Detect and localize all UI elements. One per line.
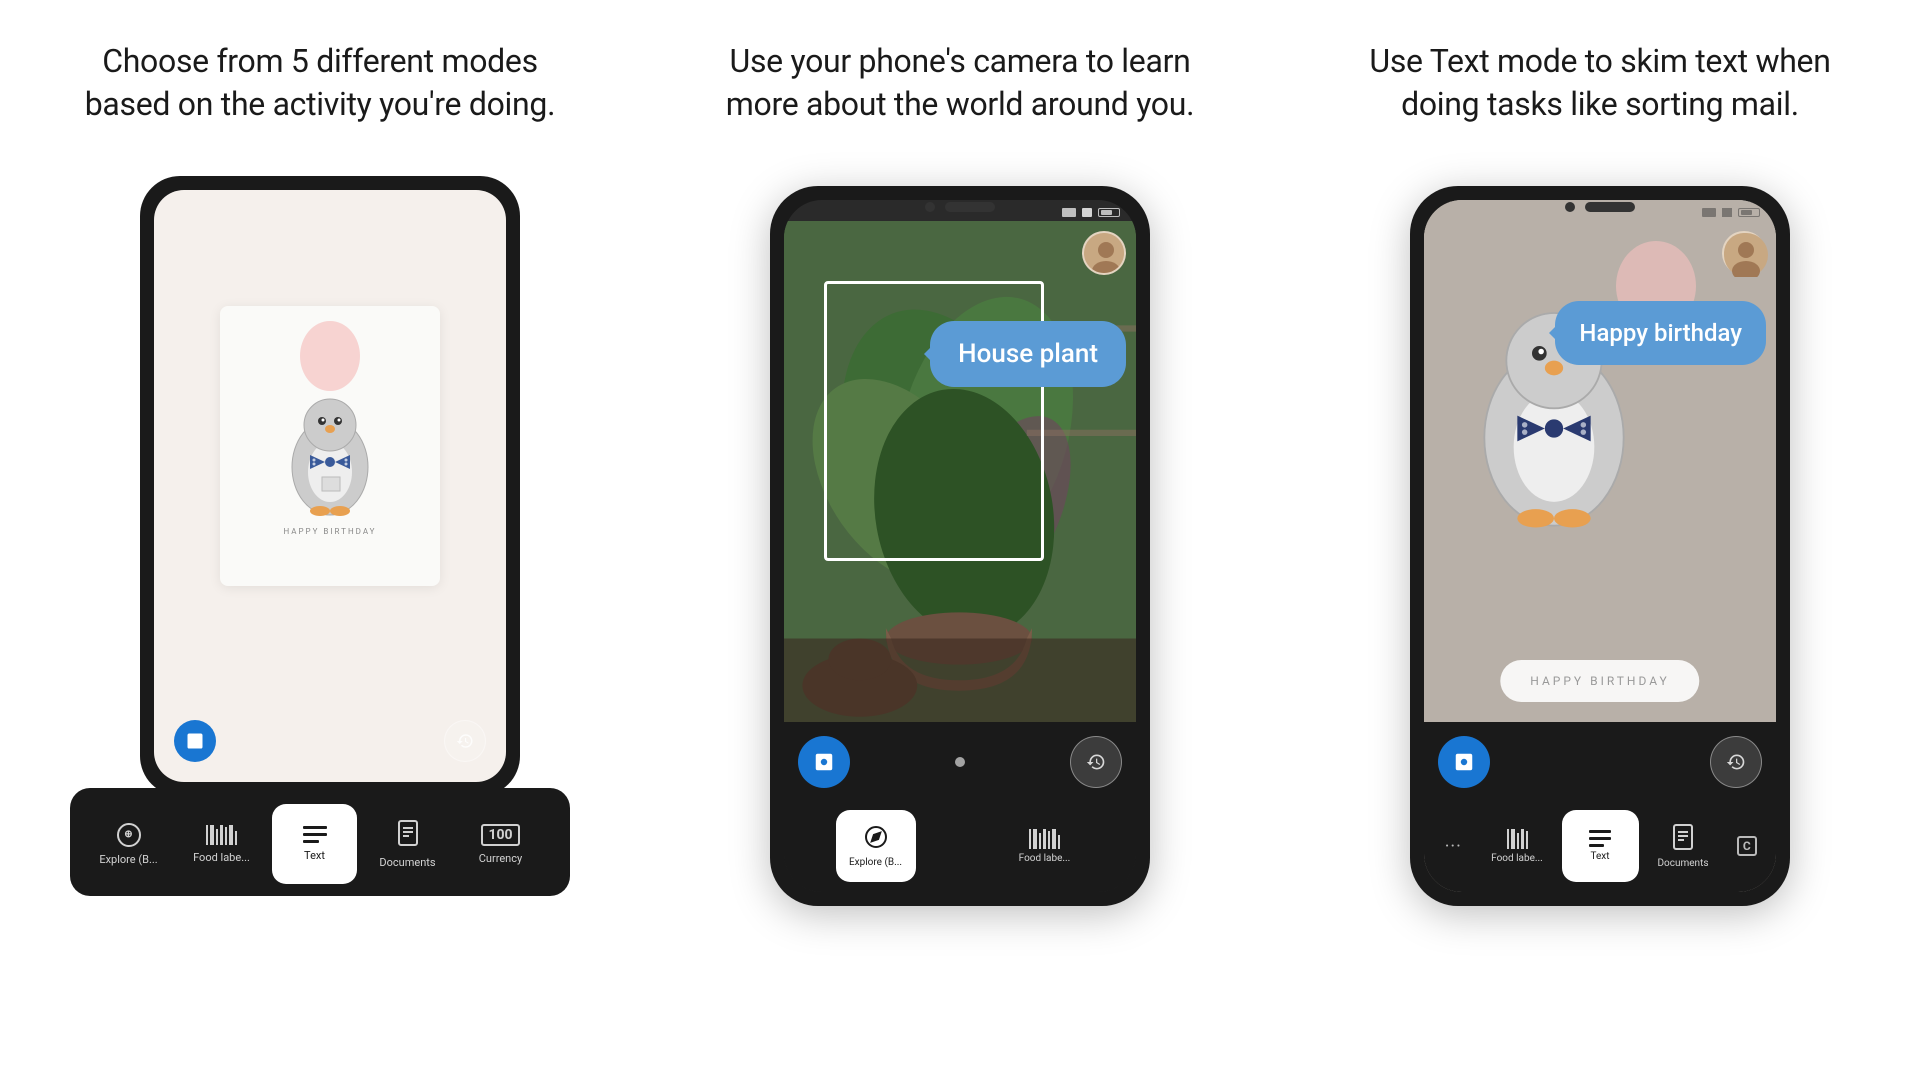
currency-icon-3: C [1737, 836, 1757, 856]
pink-balloon [300, 321, 360, 391]
phone-3-screen: Happy birthday HAPPY BIRTHDAY [1424, 200, 1776, 892]
camera-icon-3 [1453, 751, 1475, 773]
penguin-card: HAPPY BIRTHDAY [220, 306, 440, 586]
phone-2-notch [925, 202, 995, 212]
history-button-1[interactable] [444, 720, 486, 762]
battery-icon-2 [1098, 208, 1120, 217]
happy-birthday-button[interactable]: HAPPY BIRTHDAY [1500, 660, 1699, 702]
tab-text-1[interactable]: Text [272, 804, 357, 884]
phone-2-screen: House plant [784, 200, 1136, 892]
signal-icon-3 [1702, 208, 1716, 217]
wifi-icon-2 [1082, 208, 1092, 217]
currency-icon-1: 100 [481, 824, 519, 846]
phone-1-wrapper: HAPPY BIRTHDAY [110, 176, 530, 826]
speech-bubble-3: Happy birthday [1555, 301, 1766, 365]
text-icon-3 [1589, 830, 1611, 847]
history-button-3[interactable] [1710, 736, 1762, 788]
tab-documents-3[interactable]: Documents [1645, 810, 1722, 882]
column-1: Choose from 5 different modes based on t… [0, 0, 640, 1080]
tab-food-label-1: Food labe... [193, 851, 250, 864]
notch-dot [925, 202, 935, 212]
avatar-svg-3 [1724, 233, 1768, 277]
mode-indicator-2 [955, 757, 965, 767]
camera-icon-2 [813, 751, 835, 773]
phone-1-content: HAPPY BIRTHDAY [154, 190, 506, 702]
tab-explore-label-1: Explore (B... [99, 853, 157, 866]
tab-text-3[interactable]: Text [1562, 810, 1639, 882]
tab-bar-2: Explore (B... [784, 800, 1136, 892]
document-icon-3 [1672, 824, 1694, 854]
user-avatar-3 [1722, 231, 1766, 275]
phone-1-body: HAPPY BIRTHDAY [140, 176, 520, 796]
notch-dot-3 [1565, 202, 1575, 212]
penguin-illustration [270, 377, 390, 517]
phone-controls-3 [1424, 722, 1776, 800]
notch-slot [945, 202, 995, 212]
barcode-icon-2 [1029, 829, 1060, 849]
camera-view-2: House plant [784, 221, 1136, 722]
phone-3-notch [1565, 202, 1635, 212]
tab-text-label-3: Text [1590, 851, 1609, 862]
tab-currency-label-1: Currency [479, 852, 522, 865]
tab-food-label-3: Food labe... [1491, 853, 1543, 864]
compass-icon-1: ⊕ [117, 823, 141, 847]
speech-bubble-2: House plant [930, 321, 1126, 387]
headline-2: Use your phone's camera to learn more ab… [640, 0, 1280, 156]
camera-button-2[interactable] [798, 736, 850, 788]
camera-button-3[interactable] [1438, 736, 1490, 788]
tab-bar-1: ⊕ Explore (B... [70, 788, 570, 896]
tab-currency-3[interactable]: C [1728, 810, 1767, 882]
tab-explore-label-2: Explore (B... [849, 857, 902, 868]
phone-1-screen: HAPPY BIRTHDAY [154, 190, 506, 782]
tab-explore-1[interactable]: ⊕ Explore (B... [86, 804, 171, 884]
tab-dots-3[interactable]: ··· [1434, 810, 1473, 882]
tab-text-label-1: Text [304, 849, 325, 862]
tab-documents-1[interactable]: Documents [365, 804, 450, 884]
phone-2-body: House plant [770, 186, 1150, 906]
dots-icon-3: ··· [1445, 836, 1462, 857]
history-icon-1 [456, 732, 474, 750]
tab-currency-1[interactable]: 100 Currency [458, 804, 543, 884]
tab-documents-label-3: Documents [1657, 858, 1708, 869]
signal-icon-2 [1062, 208, 1076, 217]
camera-button-1[interactable] [174, 720, 216, 762]
camera-view-3: Happy birthday HAPPY BIRTHDAY [1424, 221, 1776, 722]
headline-3: Use Text mode to skim text when doing ta… [1280, 0, 1920, 156]
compass-icon-2 [864, 825, 888, 853]
tab-food-3[interactable]: Food labe... [1479, 810, 1556, 882]
tab-food-2[interactable]: Food labe... [1005, 810, 1085, 882]
history-icon-2 [1086, 752, 1106, 772]
barcode-icon-1 [206, 825, 237, 845]
column-2: Use your phone's camera to learn more ab… [640, 0, 1280, 1080]
history-icon-3 [1726, 752, 1746, 772]
column-3: Use Text mode to skim text when doing ta… [1280, 0, 1920, 1080]
main-container: Choose from 5 different modes based on t… [0, 0, 1920, 1080]
tab-food-1[interactable]: Food labe... [179, 804, 264, 884]
tab-documents-label-1: Documents [379, 856, 435, 869]
phone-controls-2 [784, 722, 1136, 800]
text-icon-1 [303, 826, 327, 843]
tab-food-label-2: Food labe... [1019, 853, 1071, 864]
camera-icon-1 [185, 731, 205, 751]
history-button-2[interactable] [1070, 736, 1122, 788]
notch-slot-3 [1585, 202, 1635, 212]
document-icon-1 [397, 820, 419, 850]
battery-icon-3 [1738, 208, 1760, 217]
tab-bar-3: ··· Food labe. [1424, 800, 1776, 892]
penguin-bg-3 [1424, 221, 1776, 722]
card-text: HAPPY BIRTHDAY [284, 527, 377, 536]
wifi-icon-3 [1722, 208, 1732, 217]
tab-explore-2[interactable]: Explore (B... [836, 810, 916, 882]
barcode-icon-3 [1507, 829, 1528, 849]
headline-1: Choose from 5 different modes based on t… [0, 0, 640, 156]
phone-3-body: Happy birthday HAPPY BIRTHDAY [1410, 186, 1790, 906]
